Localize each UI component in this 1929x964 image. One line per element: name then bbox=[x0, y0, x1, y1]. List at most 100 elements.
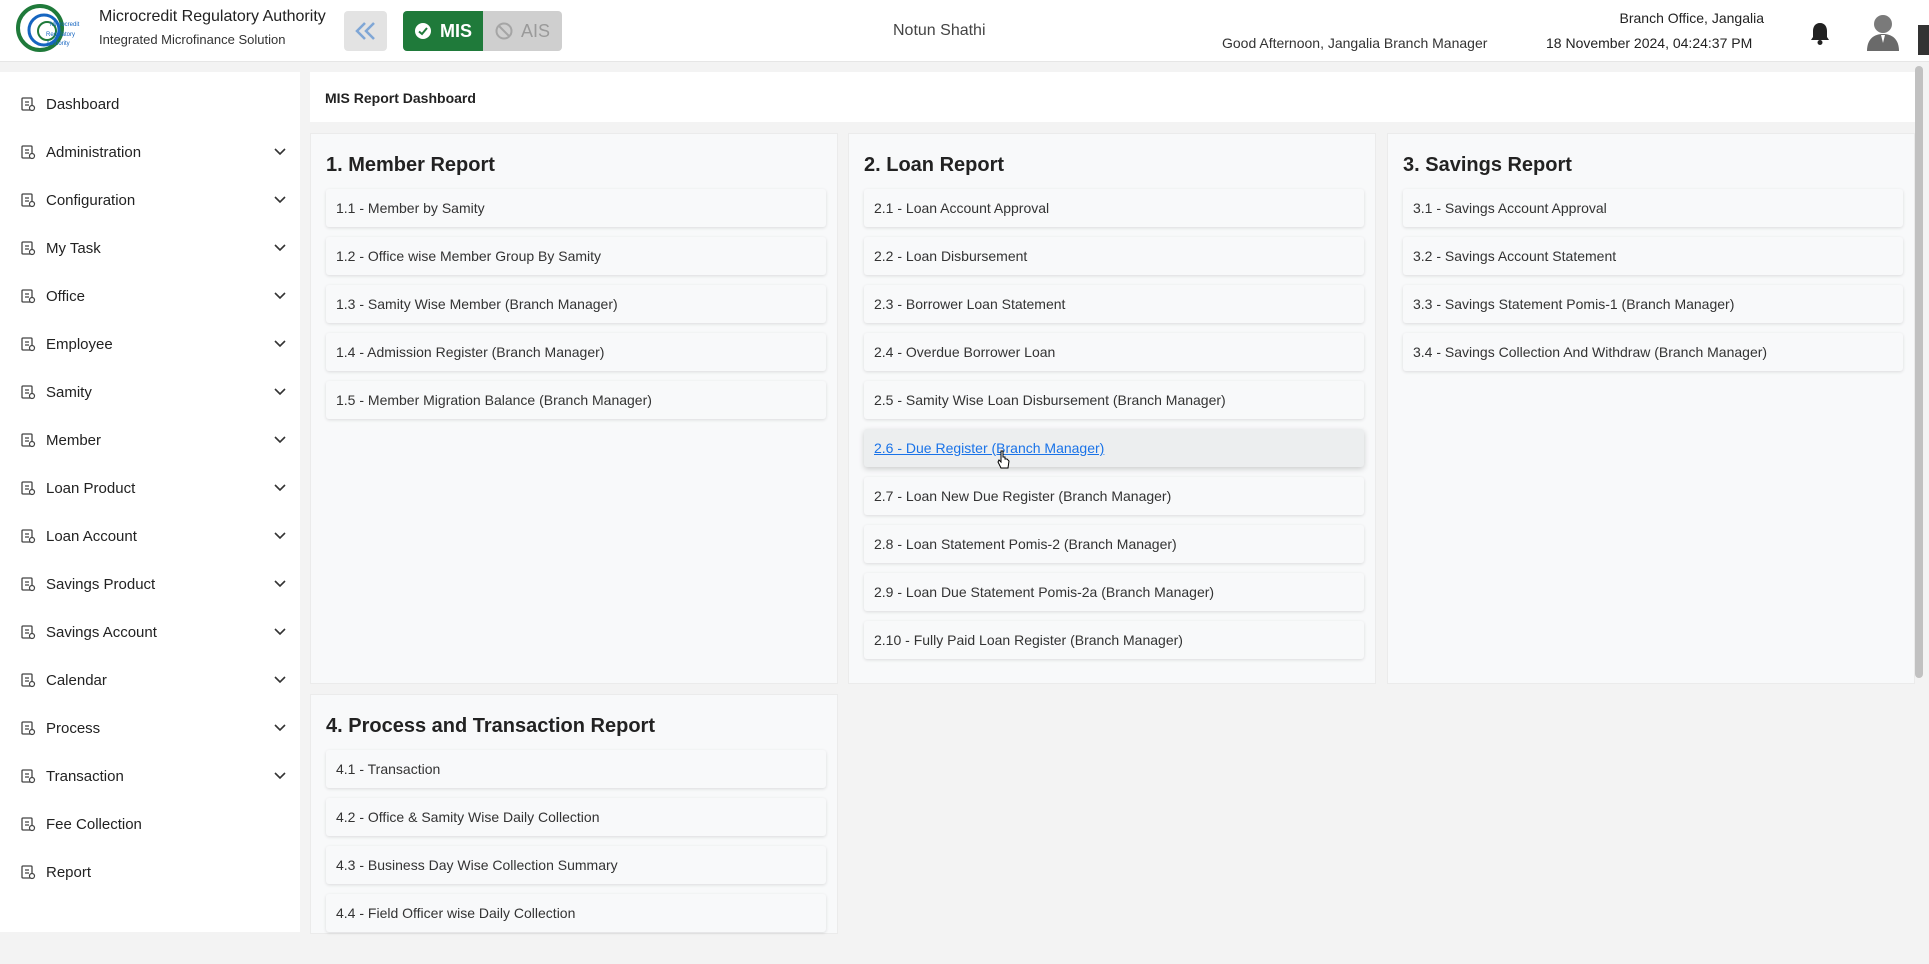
report-link-3-4[interactable]: 3.4 - Savings Collection And Withdraw (B… bbox=[1403, 333, 1903, 371]
report-link-2-2[interactable]: 2.2 - Loan Disbursement bbox=[864, 237, 1364, 275]
member-icon bbox=[21, 433, 36, 448]
report-link-1-1[interactable]: 1.1 - Member by Samity bbox=[326, 189, 826, 227]
sidebar-item-label: Loan Account bbox=[46, 527, 137, 545]
report-link-label: 1.5 - Member Migration Balance (Branch M… bbox=[336, 392, 652, 408]
chevron-down-icon[interactable] bbox=[273, 435, 287, 445]
sidebar-item-my-task[interactable]: My Task bbox=[0, 228, 300, 268]
report-link-label: 1.4 - Admission Register (Branch Manager… bbox=[336, 344, 605, 360]
user-avatar-icon[interactable] bbox=[1866, 13, 1900, 51]
savings-product-icon bbox=[21, 577, 36, 592]
report-link-label: 2.3 - Borrower Loan Statement bbox=[874, 296, 1066, 312]
chevron-down-icon[interactable] bbox=[273, 387, 287, 397]
page-title: MIS Report Dashboard bbox=[325, 90, 476, 106]
sidebar-item-transaction[interactable]: Transaction bbox=[0, 756, 300, 796]
loan-product-icon bbox=[21, 481, 36, 496]
chevron-down-icon[interactable] bbox=[273, 627, 287, 637]
chevron-down-icon[interactable] bbox=[273, 771, 287, 781]
chevron-down-icon[interactable] bbox=[273, 195, 287, 205]
chevron-down-icon[interactable] bbox=[273, 723, 287, 733]
chevron-down-icon[interactable] bbox=[273, 531, 287, 541]
brand-subtitle: Integrated Microfinance Solution bbox=[99, 32, 286, 47]
report-link-2-5[interactable]: 2.5 - Samity Wise Loan Disbursement (Bra… bbox=[864, 381, 1364, 419]
mis-toggle-button[interactable]: MIS bbox=[403, 11, 483, 51]
report-link-2-1[interactable]: 2.1 - Loan Account Approval bbox=[864, 189, 1364, 227]
report-link-2-7[interactable]: 2.7 - Loan New Due Register (Branch Mana… bbox=[864, 477, 1364, 515]
report-link-2-6[interactable]: 2.6 - Due Register (Branch Manager) bbox=[864, 429, 1364, 467]
mouse-cursor-icon bbox=[997, 450, 1010, 469]
header-edge-indicator bbox=[1918, 25, 1929, 55]
office-name: Branch Office, Jangalia bbox=[1619, 10, 1765, 26]
report-link-1-5[interactable]: 1.5 - Member Migration Balance (Branch M… bbox=[326, 381, 826, 419]
sidebar-item-savings-account[interactable]: Savings Account bbox=[0, 612, 300, 652]
member-report-card: 1. Member Report 1.1 - Member by Samity 1… bbox=[310, 133, 838, 684]
sidebar-item-label: My Task bbox=[46, 239, 101, 257]
report-link-2-4[interactable]: 2.4 - Overdue Borrower Loan bbox=[864, 333, 1364, 371]
report-link-4-3[interactable]: 4.3 - Business Day Wise Collection Summa… bbox=[326, 846, 826, 884]
report-link-2-3[interactable]: 2.3 - Borrower Loan Statement bbox=[864, 285, 1364, 323]
sidebar-item-loan-account[interactable]: Loan Account bbox=[0, 516, 300, 556]
task-icon bbox=[21, 241, 36, 256]
chevron-down-icon[interactable] bbox=[273, 483, 287, 493]
svg-text:Authority: Authority bbox=[46, 41, 70, 47]
sidebar-item-loan-product[interactable]: Loan Product bbox=[0, 468, 300, 508]
report-link-label: 2.10 - Fully Paid Loan Register (Branch … bbox=[874, 632, 1183, 648]
savings-account-icon bbox=[21, 625, 36, 640]
chevron-down-icon[interactable] bbox=[273, 675, 287, 685]
admin-icon bbox=[21, 145, 36, 160]
report-link-3-3[interactable]: 3.3 - Savings Statement Pomis-1 (Branch … bbox=[1403, 285, 1903, 323]
report-link-1-3[interactable]: 1.3 - Samity Wise Member (Branch Manager… bbox=[326, 285, 826, 323]
report-link-2-10[interactable]: 2.10 - Fully Paid Loan Register (Branch … bbox=[864, 621, 1364, 659]
calendar-icon bbox=[21, 673, 36, 688]
report-link-label: 3.3 - Savings Statement Pomis-1 (Branch … bbox=[1413, 296, 1735, 312]
sidebar-item-administration[interactable]: Administration bbox=[0, 132, 300, 172]
report-link-label: 2.9 - Loan Due Statement Pomis-2a (Branc… bbox=[874, 584, 1215, 600]
report-link-4-2[interactable]: 4.2 - Office & Samity Wise Daily Collect… bbox=[326, 798, 826, 836]
report-link-label: 2.6 - Due Register (Branch Manager) bbox=[874, 440, 1105, 456]
sidebar-item-fee-collection[interactable]: Fee Collection bbox=[0, 804, 300, 844]
report-link-4-4[interactable]: 4.4 - Field Officer wise Daily Collectio… bbox=[326, 894, 826, 932]
process-transaction-report-title: 4. Process and Transaction Report bbox=[326, 715, 655, 737]
sidebar-item-dashboard[interactable]: Dashboard bbox=[0, 84, 300, 124]
report-link-2-8[interactable]: 2.8 - Loan Statement Pomis-2 (Branch Man… bbox=[864, 525, 1364, 563]
sidebar-item-samity[interactable]: Samity bbox=[0, 372, 300, 412]
savings-report-title: 3. Savings Report bbox=[1403, 154, 1572, 176]
chevron-down-icon[interactable] bbox=[273, 339, 287, 349]
sidebar-nav: Dashboard Administration Configuration My T… bbox=[0, 72, 300, 932]
chevron-down-icon[interactable] bbox=[273, 243, 287, 253]
report-link-1-2[interactable]: 1.2 - Office wise Member Group By Samity bbox=[326, 237, 826, 275]
sidebar-item-label: Savings Account bbox=[46, 623, 157, 641]
chevron-down-icon[interactable] bbox=[273, 147, 287, 157]
report-link-label: 2.4 - Overdue Borrower Loan bbox=[874, 344, 1056, 360]
ais-label: AIS bbox=[520, 20, 550, 41]
dashboard-icon bbox=[21, 97, 36, 112]
savings-report-card: 3. Savings Report 3.1 - Savings Account … bbox=[1387, 133, 1915, 684]
greeting-text: Good Afternoon, Jangalia Branch Manager bbox=[1222, 35, 1488, 51]
page-scrollbar[interactable] bbox=[1915, 66, 1923, 678]
ais-toggle-button[interactable]: AIS bbox=[483, 11, 562, 51]
sidebar-item-report[interactable]: Report bbox=[0, 852, 300, 892]
sidebar-item-member[interactable]: Member bbox=[0, 420, 300, 460]
report-link-3-2[interactable]: 3.2 - Savings Account Statement bbox=[1403, 237, 1903, 275]
chevron-down-icon[interactable] bbox=[273, 291, 287, 301]
office-icon bbox=[21, 289, 36, 304]
sidebar-item-office[interactable]: Office bbox=[0, 276, 300, 316]
top-header: Microcredit Regulatory Authority Microcr… bbox=[0, 0, 1929, 62]
sidebar-item-savings-product[interactable]: Savings Product bbox=[0, 564, 300, 604]
report-link-1-4[interactable]: 1.4 - Admission Register (Branch Manager… bbox=[326, 333, 826, 371]
sidebar-item-label: Member bbox=[46, 431, 102, 449]
collapse-sidebar-button[interactable] bbox=[344, 11, 387, 51]
sidebar-item-label: Samity bbox=[46, 383, 92, 401]
sidebar-item-process[interactable]: Process bbox=[0, 708, 300, 748]
sidebar-item-calendar[interactable]: Calendar bbox=[0, 660, 300, 700]
member-report-title: 1. Member Report bbox=[326, 154, 495, 176]
chevron-down-icon[interactable] bbox=[273, 579, 287, 589]
report-link-2-9[interactable]: 2.9 - Loan Due Statement Pomis-2a (Branc… bbox=[864, 573, 1364, 611]
sidebar-item-employee[interactable]: Employee bbox=[0, 324, 300, 364]
report-link-3-1[interactable]: 3.1 - Savings Account Approval bbox=[1403, 189, 1903, 227]
notification-bell-icon[interactable] bbox=[1809, 21, 1831, 45]
report-link-4-1[interactable]: 4.1 - Transaction bbox=[326, 750, 826, 788]
mra-logo[interactable]: Microcredit Regulatory Authority bbox=[16, 4, 90, 56]
sidebar-item-configuration[interactable]: Configuration bbox=[0, 180, 300, 220]
report-link-label: 3.2 - Savings Account Statement bbox=[1413, 248, 1617, 264]
report-link-label: 2.7 - Loan New Due Register (Branch Mana… bbox=[874, 488, 1172, 504]
